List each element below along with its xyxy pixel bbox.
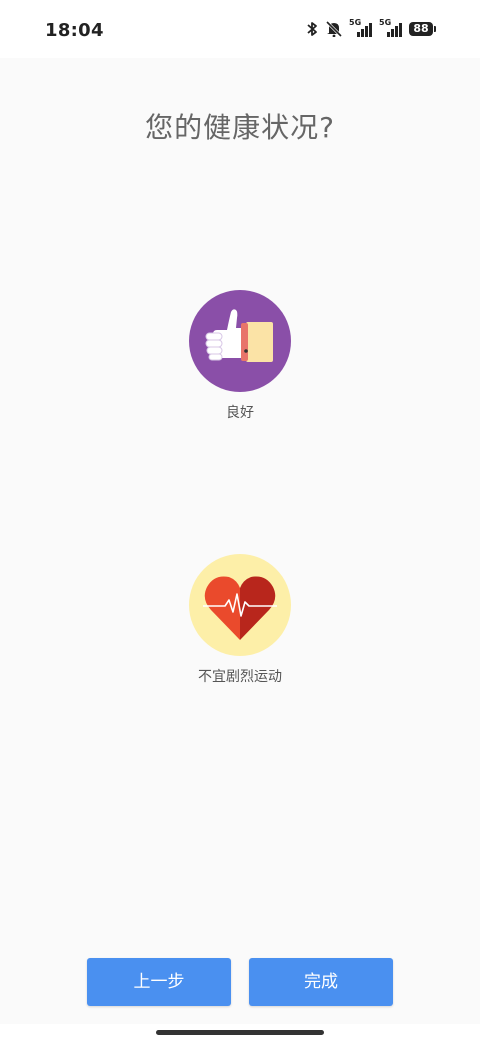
- battery-level: 88: [409, 22, 433, 36]
- option-good-health[interactable]: 良好: [140, 290, 340, 422]
- done-button[interactable]: 完成: [249, 958, 393, 1006]
- status-bar: 18:04 5G 5G 88: [0, 0, 480, 58]
- battery-cap: [434, 26, 436, 32]
- option-good-label: 良好: [226, 405, 254, 421]
- status-time: 18:04: [45, 20, 104, 41]
- option-good-circle[interactable]: [189, 290, 291, 392]
- 5g-signal-icon: [387, 23, 402, 37]
- heart-pulse-icon: [203, 576, 277, 640]
- signal-5g-1: 5G: [349, 18, 373, 37]
- option-caution-label: 不宜剧烈运动: [198, 669, 282, 685]
- home-indicator[interactable]: [156, 1030, 324, 1035]
- option-no-strenuous-exercise[interactable]: 不宜剧烈运动: [140, 554, 340, 686]
- bottom-buttons: 上一步 完成: [0, 958, 480, 1006]
- option-caution-circle[interactable]: [189, 554, 291, 656]
- mute-icon: [325, 21, 343, 37]
- battery-indicator: 88: [409, 22, 436, 36]
- prev-step-button[interactable]: 上一步: [87, 958, 231, 1006]
- bluetooth-icon: [307, 22, 317, 36]
- 5g-signal-icon: [357, 23, 372, 37]
- page-title: 您的健康状况?: [145, 111, 335, 144]
- thumbs-up-icon: [205, 309, 273, 362]
- main-content: 您的健康状况? 良好 不宜剧烈运动 上一步 完成: [0, 58, 480, 1024]
- signal-5g-2: 5G: [379, 18, 403, 37]
- status-icons: 5G 5G 88: [305, 18, 436, 37]
